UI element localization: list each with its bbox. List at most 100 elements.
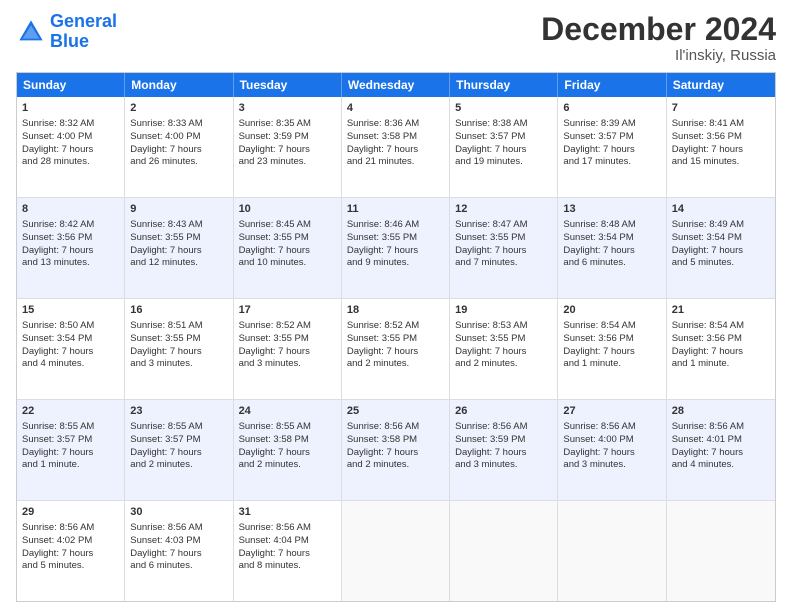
day-info-line: Daylight: 7 hours: [455, 144, 552, 157]
location: Il'inskiy, Russia: [541, 47, 776, 64]
day-info-line: and 1 minute.: [672, 358, 770, 371]
day-info-line: Sunset: 3:58 PM: [347, 434, 444, 447]
cal-cell-3-4: 18Sunrise: 8:52 AMSunset: 3:55 PMDayligh…: [342, 299, 450, 399]
cal-cell-5-7: [667, 501, 775, 601]
day-number: 25: [347, 404, 444, 419]
cal-cell-3-5: 19 Sunrise: 8:53 AMSunset: 3:55 PMDayligh…: [450, 299, 558, 399]
day-info-line: and 15 minutes.: [672, 156, 770, 169]
day-info-line: Sunset: 3:54 PM: [672, 232, 770, 245]
day-info-line: Sunset: 3:57 PM: [563, 131, 660, 144]
day-info-line: Sunrise: 8:56 AM: [672, 421, 770, 434]
day-info-line: Daylight: 7 hours: [22, 447, 119, 460]
day-info-line: and 7 minutes.: [455, 257, 552, 270]
day-info-line: and 23 minutes.: [239, 156, 336, 169]
day-info-line: Daylight: 7 hours: [563, 346, 660, 359]
day-info-line: Sunrise: 8:47 AM: [455, 219, 552, 232]
cal-cell-4-4: 25Sunrise: 8:56 AMSunset: 3:58 PMDayligh…: [342, 400, 450, 500]
day-number: 15: [22, 303, 119, 318]
day-number: 26: [455, 404, 552, 419]
logo-icon: [16, 17, 46, 47]
day-info-line: Sunset: 3:57 PM: [22, 434, 119, 447]
day-info-line: Daylight: 7 hours: [130, 144, 227, 157]
cal-cell-2-7: 14Sunrise: 8:49 AMSunset: 3:54 PMDayligh…: [667, 198, 775, 298]
day-info-line: and 2 minutes.: [347, 358, 444, 371]
cal-cell-1-2: 2Sunrise: 8:33 AMSunset: 4:00 PMDaylight…: [125, 97, 233, 197]
day-info-line: Sunset: 4:02 PM: [22, 535, 119, 548]
day-info-line: Sunrise: 8:56 AM: [239, 522, 336, 535]
day-info-line: Sunrise: 8:56 AM: [130, 522, 227, 535]
cal-cell-5-3: 31Sunrise: 8:56 AMSunset: 4:04 PMDayligh…: [234, 501, 342, 601]
day-info-line: Sunrise: 8:53 AM: [455, 320, 552, 333]
day-info-line: and 3 minutes.: [239, 358, 336, 371]
day-info-line: Sunset: 3:54 PM: [22, 333, 119, 346]
day-number: 19: [455, 303, 552, 318]
day-info-line: Sunrise: 8:52 AM: [239, 320, 336, 333]
header-saturday: Saturday: [667, 73, 775, 97]
cal-cell-3-3: 17Sunrise: 8:52 AMSunset: 3:55 PMDayligh…: [234, 299, 342, 399]
day-info-line: Sunset: 3:56 PM: [563, 333, 660, 346]
day-info-line: Sunrise: 8:55 AM: [130, 421, 227, 434]
day-number: 12: [455, 202, 552, 217]
day-info-line: Sunrise: 8:35 AM: [239, 118, 336, 131]
day-info-line: and 9 minutes.: [347, 257, 444, 270]
cal-cell-1-5: 5Sunrise: 8:38 AMSunset: 3:57 PMDaylight…: [450, 97, 558, 197]
day-info-line: Sunrise: 8:39 AM: [563, 118, 660, 131]
day-info-line: and 13 minutes.: [22, 257, 119, 270]
day-info-line: Daylight: 7 hours: [239, 346, 336, 359]
cal-cell-2-4: 11Sunrise: 8:46 AMSunset: 3:55 PMDayligh…: [342, 198, 450, 298]
cal-cell-1-4: 4Sunrise: 8:36 AMSunset: 3:58 PMDaylight…: [342, 97, 450, 197]
cal-cell-1-3: 3Sunrise: 8:35 AMSunset: 3:59 PMDaylight…: [234, 97, 342, 197]
day-info-line: Sunset: 3:55 PM: [130, 232, 227, 245]
day-info-line: Daylight: 7 hours: [347, 144, 444, 157]
day-info-line: and 21 minutes.: [347, 156, 444, 169]
day-info-line: Sunrise: 8:46 AM: [347, 219, 444, 232]
day-number: 13: [563, 202, 660, 217]
day-number: 1: [22, 101, 119, 116]
day-number: 9: [130, 202, 227, 217]
day-number: 20: [563, 303, 660, 318]
day-info-line: Sunset: 4:01 PM: [672, 434, 770, 447]
cal-cell-5-5: [450, 501, 558, 601]
cal-cell-3-1: 15Sunrise: 8:50 AMSunset: 3:54 PMDayligh…: [17, 299, 125, 399]
day-info-line: Daylight: 7 hours: [239, 144, 336, 157]
day-info-line: Daylight: 7 hours: [239, 548, 336, 561]
day-info-line: and 26 minutes.: [130, 156, 227, 169]
day-info-line: Sunrise: 8:43 AM: [130, 219, 227, 232]
cal-cell-2-2: 9Sunrise: 8:43 AMSunset: 3:55 PMDaylight…: [125, 198, 233, 298]
day-number: 2: [130, 101, 227, 116]
day-info-line: Daylight: 7 hours: [563, 447, 660, 460]
day-info-line: and 3 minutes.: [455, 459, 552, 472]
day-info-line: Daylight: 7 hours: [347, 346, 444, 359]
day-info-line: and 17 minutes.: [563, 156, 660, 169]
day-info-line: and 8 minutes.: [239, 560, 336, 573]
day-info-line: Daylight: 7 hours: [239, 245, 336, 258]
day-info-line: Sunset: 3:56 PM: [22, 232, 119, 245]
day-info-line: Sunset: 3:55 PM: [455, 232, 552, 245]
day-number: 16: [130, 303, 227, 318]
day-number: 4: [347, 101, 444, 116]
day-info-line: Daylight: 7 hours: [563, 245, 660, 258]
cal-cell-3-2: 16Sunrise: 8:51 AMSunset: 3:55 PMDayligh…: [125, 299, 233, 399]
day-info-line: Sunset: 3:55 PM: [130, 333, 227, 346]
day-info-line: Sunset: 4:00 PM: [563, 434, 660, 447]
day-info-line: and 2 minutes.: [347, 459, 444, 472]
day-info-line: Sunset: 3:55 PM: [455, 333, 552, 346]
day-number: 10: [239, 202, 336, 217]
cal-cell-1-6: 6Sunrise: 8:39 AMSunset: 3:57 PMDaylight…: [558, 97, 666, 197]
day-info-line: Daylight: 7 hours: [455, 447, 552, 460]
day-info-line: Sunrise: 8:56 AM: [563, 421, 660, 434]
title-block: December 2024 Il'inskiy, Russia: [541, 12, 776, 64]
cal-cell-3-7: 21Sunrise: 8:54 AMSunset: 3:56 PMDayligh…: [667, 299, 775, 399]
day-info-line: Sunrise: 8:45 AM: [239, 219, 336, 232]
day-info-line: Sunrise: 8:54 AM: [672, 320, 770, 333]
day-number: 8: [22, 202, 119, 217]
cal-cell-5-1: 29Sunrise: 8:56 AMSunset: 4:02 PMDayligh…: [17, 501, 125, 601]
day-info-line: Daylight: 7 hours: [455, 346, 552, 359]
week-row-2: 8Sunrise: 8:42 AMSunset: 3:56 PMDaylight…: [17, 198, 775, 299]
week-row-1: 1Sunrise: 8:32 AMSunset: 4:00 PMDaylight…: [17, 97, 775, 198]
header-friday: Friday: [558, 73, 666, 97]
day-info-line: Sunrise: 8:55 AM: [239, 421, 336, 434]
cal-cell-2-5: 12Sunrise: 8:47 AMSunset: 3:55 PMDayligh…: [450, 198, 558, 298]
day-info-line: and 1 minute.: [563, 358, 660, 371]
cal-cell-4-1: 22Sunrise: 8:55 AMSunset: 3:57 PMDayligh…: [17, 400, 125, 500]
